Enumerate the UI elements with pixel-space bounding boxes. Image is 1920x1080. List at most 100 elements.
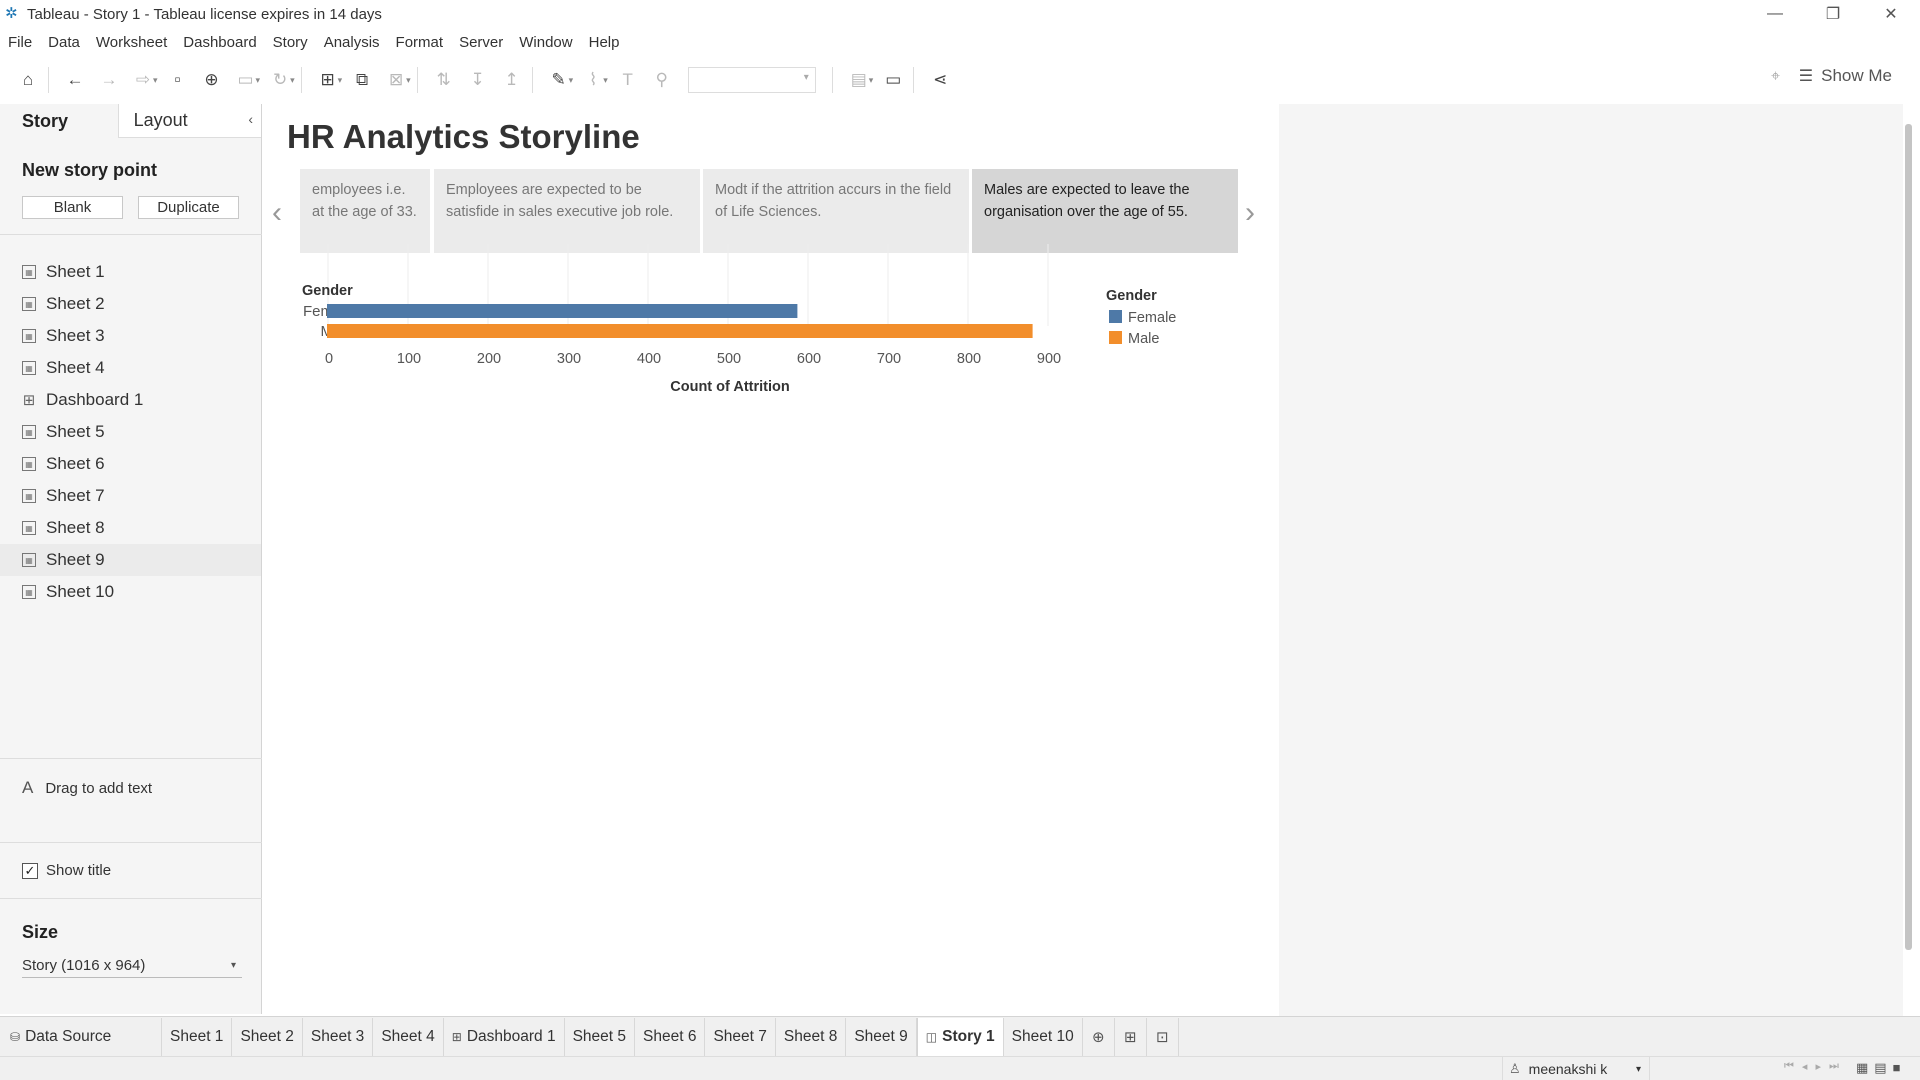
minimize-icon[interactable]: — xyxy=(1746,0,1804,28)
tab-sheet-6[interactable]: Sheet 6 xyxy=(635,1017,706,1056)
tabs-view-icon[interactable]: ■ xyxy=(1893,1060,1901,1076)
text-object-icon: A xyxy=(22,778,34,797)
legend-swatch xyxy=(1109,310,1122,323)
sheet-sorter-icon[interactable]: ▦ xyxy=(1856,1060,1868,1076)
tab-layout[interactable]: Layout ‹ xyxy=(117,104,261,138)
presentation-mode-icon[interactable]: ▭ xyxy=(879,66,907,94)
tab-story[interactable]: Story xyxy=(0,104,118,138)
divider xyxy=(0,758,262,759)
tab-sheet-9[interactable]: Sheet 9 xyxy=(846,1017,917,1056)
show-me-button[interactable]: ☰ Show Me xyxy=(1799,66,1892,86)
sheet-pager: ⏮ ◂ ▸ ⏭ xyxy=(1784,1060,1847,1073)
new-worksheet-tab-icon[interactable]: ⊕ xyxy=(1083,1017,1115,1056)
sheet-list-item[interactable]: ▦ Sheet 4 xyxy=(0,352,261,384)
collapse-pane-icon[interactable]: ‹ xyxy=(248,111,253,127)
swap-icon[interactable]: ⇅ xyxy=(430,66,458,94)
tab-sheet-7[interactable]: Sheet 7 xyxy=(705,1017,776,1056)
paint-icon[interactable]: ⌖ xyxy=(1771,68,1780,86)
last-sheet-icon[interactable]: ⏭ xyxy=(1829,1060,1839,1073)
tab-sheet-10[interactable]: Sheet 10 xyxy=(1004,1017,1083,1056)
toolbar: ⌂ ← → ⇨ ▾ ▫ ⊕ ▭ ▾ ↻ ▾ ⊞ ▾ ⧉ ⊠ ▾ ⇅ ↧ ↥ ✎ ▾ ⌇ ▾ T… xyxy=(0,58,1920,102)
sheet-list-item[interactable]: ▦ Sheet 3 xyxy=(0,320,261,352)
x-tick-label: 900 xyxy=(1037,351,1061,367)
menu-server[interactable]: Server xyxy=(459,34,503,51)
undo-icon[interactable]: ← xyxy=(61,66,89,94)
sheet-list-item[interactable]: ▦ Sheet 5 xyxy=(0,416,261,448)
divider xyxy=(0,898,262,899)
close-icon[interactable]: ✕ xyxy=(1862,0,1920,28)
toolbar-divider xyxy=(913,67,915,93)
pin-icon[interactable]: ⚲ xyxy=(648,66,676,94)
tab-sheet-5[interactable]: Sheet 5 xyxy=(565,1017,636,1056)
filmstrip-icon[interactable]: ▤ xyxy=(1874,1060,1886,1076)
checkbox-checked-icon: ✓ xyxy=(22,862,38,879)
user-menu[interactable]: ♙ meenakshi k ▾ xyxy=(1502,1057,1650,1080)
drag-to-add-text[interactable]: A Drag to add text xyxy=(22,778,152,798)
tab-story-1[interactable]: ◫ Story 1 xyxy=(916,1017,1004,1056)
duplicate-button[interactable]: Duplicate xyxy=(138,196,239,219)
menu-format[interactable]: Format xyxy=(396,34,444,51)
sheet-list-item[interactable]: ▦ Sheet 8 xyxy=(0,512,261,544)
menu-help[interactable]: Help xyxy=(589,34,620,51)
chevron-down-icon: ▾ xyxy=(1635,1063,1641,1075)
redo-icon[interactable]: → xyxy=(95,66,123,94)
sheet-list-item[interactable]: ▦ Sheet 6 xyxy=(0,448,261,480)
sheet-list-item[interactable]: ▦ Sheet 10 xyxy=(0,576,261,608)
size-dropdown[interactable]: Story (1016 x 964) ▾ xyxy=(22,954,242,978)
show-me-icon: ☰ xyxy=(1798,68,1814,85)
divider xyxy=(0,842,262,843)
fit-dropdown[interactable] xyxy=(687,67,816,93)
x-tick-label: 300 xyxy=(557,351,581,367)
size-heading: Size xyxy=(22,922,59,942)
new-data-source-icon[interactable]: ⊕ xyxy=(198,66,226,94)
tab-sheet-3[interactable]: Sheet 3 xyxy=(303,1017,374,1056)
tab-sheet-1[interactable]: Sheet 1 xyxy=(162,1017,233,1056)
x-axis-label: Count of Attrition xyxy=(670,379,789,395)
first-sheet-icon[interactable]: ⏮ xyxy=(1784,1060,1794,1073)
menu-window[interactable]: Window xyxy=(519,34,572,51)
home-icon[interactable]: ⌂ xyxy=(14,66,42,94)
sheet-list-item[interactable]: ▦ Sheet 2 xyxy=(0,288,261,320)
menu-dashboard[interactable]: Dashboard xyxy=(183,34,256,51)
toolbar-divider xyxy=(531,67,533,93)
tab-sheet-8[interactable]: Sheet 8 xyxy=(776,1017,847,1056)
worksheet-icon: ▦ xyxy=(22,457,36,471)
duplicate-sheet-icon[interactable]: ⧉ xyxy=(348,66,376,94)
x-tick-label: 400 xyxy=(637,351,661,367)
status-bar: ♙ meenakshi k ▾ ⏮ ◂ ▸ ⏭ ▦ ▤ ■ xyxy=(0,1056,1920,1080)
sheet-list-item[interactable]: ▦ Sheet 7 xyxy=(0,480,261,512)
tab-dashboard-1[interactable]: ⊞ Dashboard 1 xyxy=(444,1017,565,1056)
menu-analysis[interactable]: Analysis xyxy=(324,34,380,51)
database-icon: ⛁ xyxy=(10,1029,21,1044)
labels-icon[interactable]: T xyxy=(614,66,642,94)
sheet-list-item[interactable]: ⊞ Dashboard 1 xyxy=(0,384,261,416)
x-tick-label: 600 xyxy=(797,351,821,367)
sort-descending-icon[interactable]: ↥ xyxy=(498,66,526,94)
blank-button[interactable]: Blank xyxy=(22,196,123,219)
sheet-list-item[interactable]: ▦ Sheet 9 xyxy=(0,544,261,576)
menu-file[interactable]: File xyxy=(8,34,32,51)
x-tick-label: 800 xyxy=(957,351,981,367)
toolbar-divider xyxy=(831,67,833,93)
sheet-list-item[interactable]: ▦ Sheet 1 xyxy=(0,256,261,288)
new-dashboard-tab-icon[interactable]: ⊞ xyxy=(1115,1017,1147,1056)
dashboard-icon: ⊞ xyxy=(22,392,36,409)
window-title: Tableau - Story 1 - Tableau license expi… xyxy=(27,5,382,23)
next-sheet-icon[interactable]: ▸ xyxy=(1815,1060,1821,1073)
previous-sheet-icon[interactable]: ◂ xyxy=(1802,1060,1808,1073)
tab-data-source[interactable]: ⛁ Data Source xyxy=(0,1017,162,1056)
tab-sheet-4[interactable]: Sheet 4 xyxy=(373,1017,444,1056)
share-icon[interactable]: ⋖ xyxy=(926,66,954,94)
vertical-scrollbar[interactable] xyxy=(1905,124,1912,950)
worksheet-icon: ▦ xyxy=(22,585,36,599)
menu-data[interactable]: Data xyxy=(48,34,80,51)
menu-story[interactable]: Story xyxy=(273,34,308,51)
show-title-checkbox[interactable]: ✓ Show title xyxy=(22,862,111,879)
sheet-tabs-bar: ⛁ Data Source Sheet 1 Sheet 2 Sheet 3 She… xyxy=(0,1016,1920,1056)
save-icon[interactable]: ▫ xyxy=(164,66,192,94)
new-story-tab-icon[interactable]: ⊡ xyxy=(1147,1017,1179,1056)
restore-icon[interactable]: ❐ xyxy=(1804,0,1862,28)
menu-worksheet[interactable]: Worksheet xyxy=(96,34,167,51)
sort-ascending-icon[interactable]: ↧ xyxy=(464,66,492,94)
tab-sheet-2[interactable]: Sheet 2 xyxy=(232,1017,303,1056)
